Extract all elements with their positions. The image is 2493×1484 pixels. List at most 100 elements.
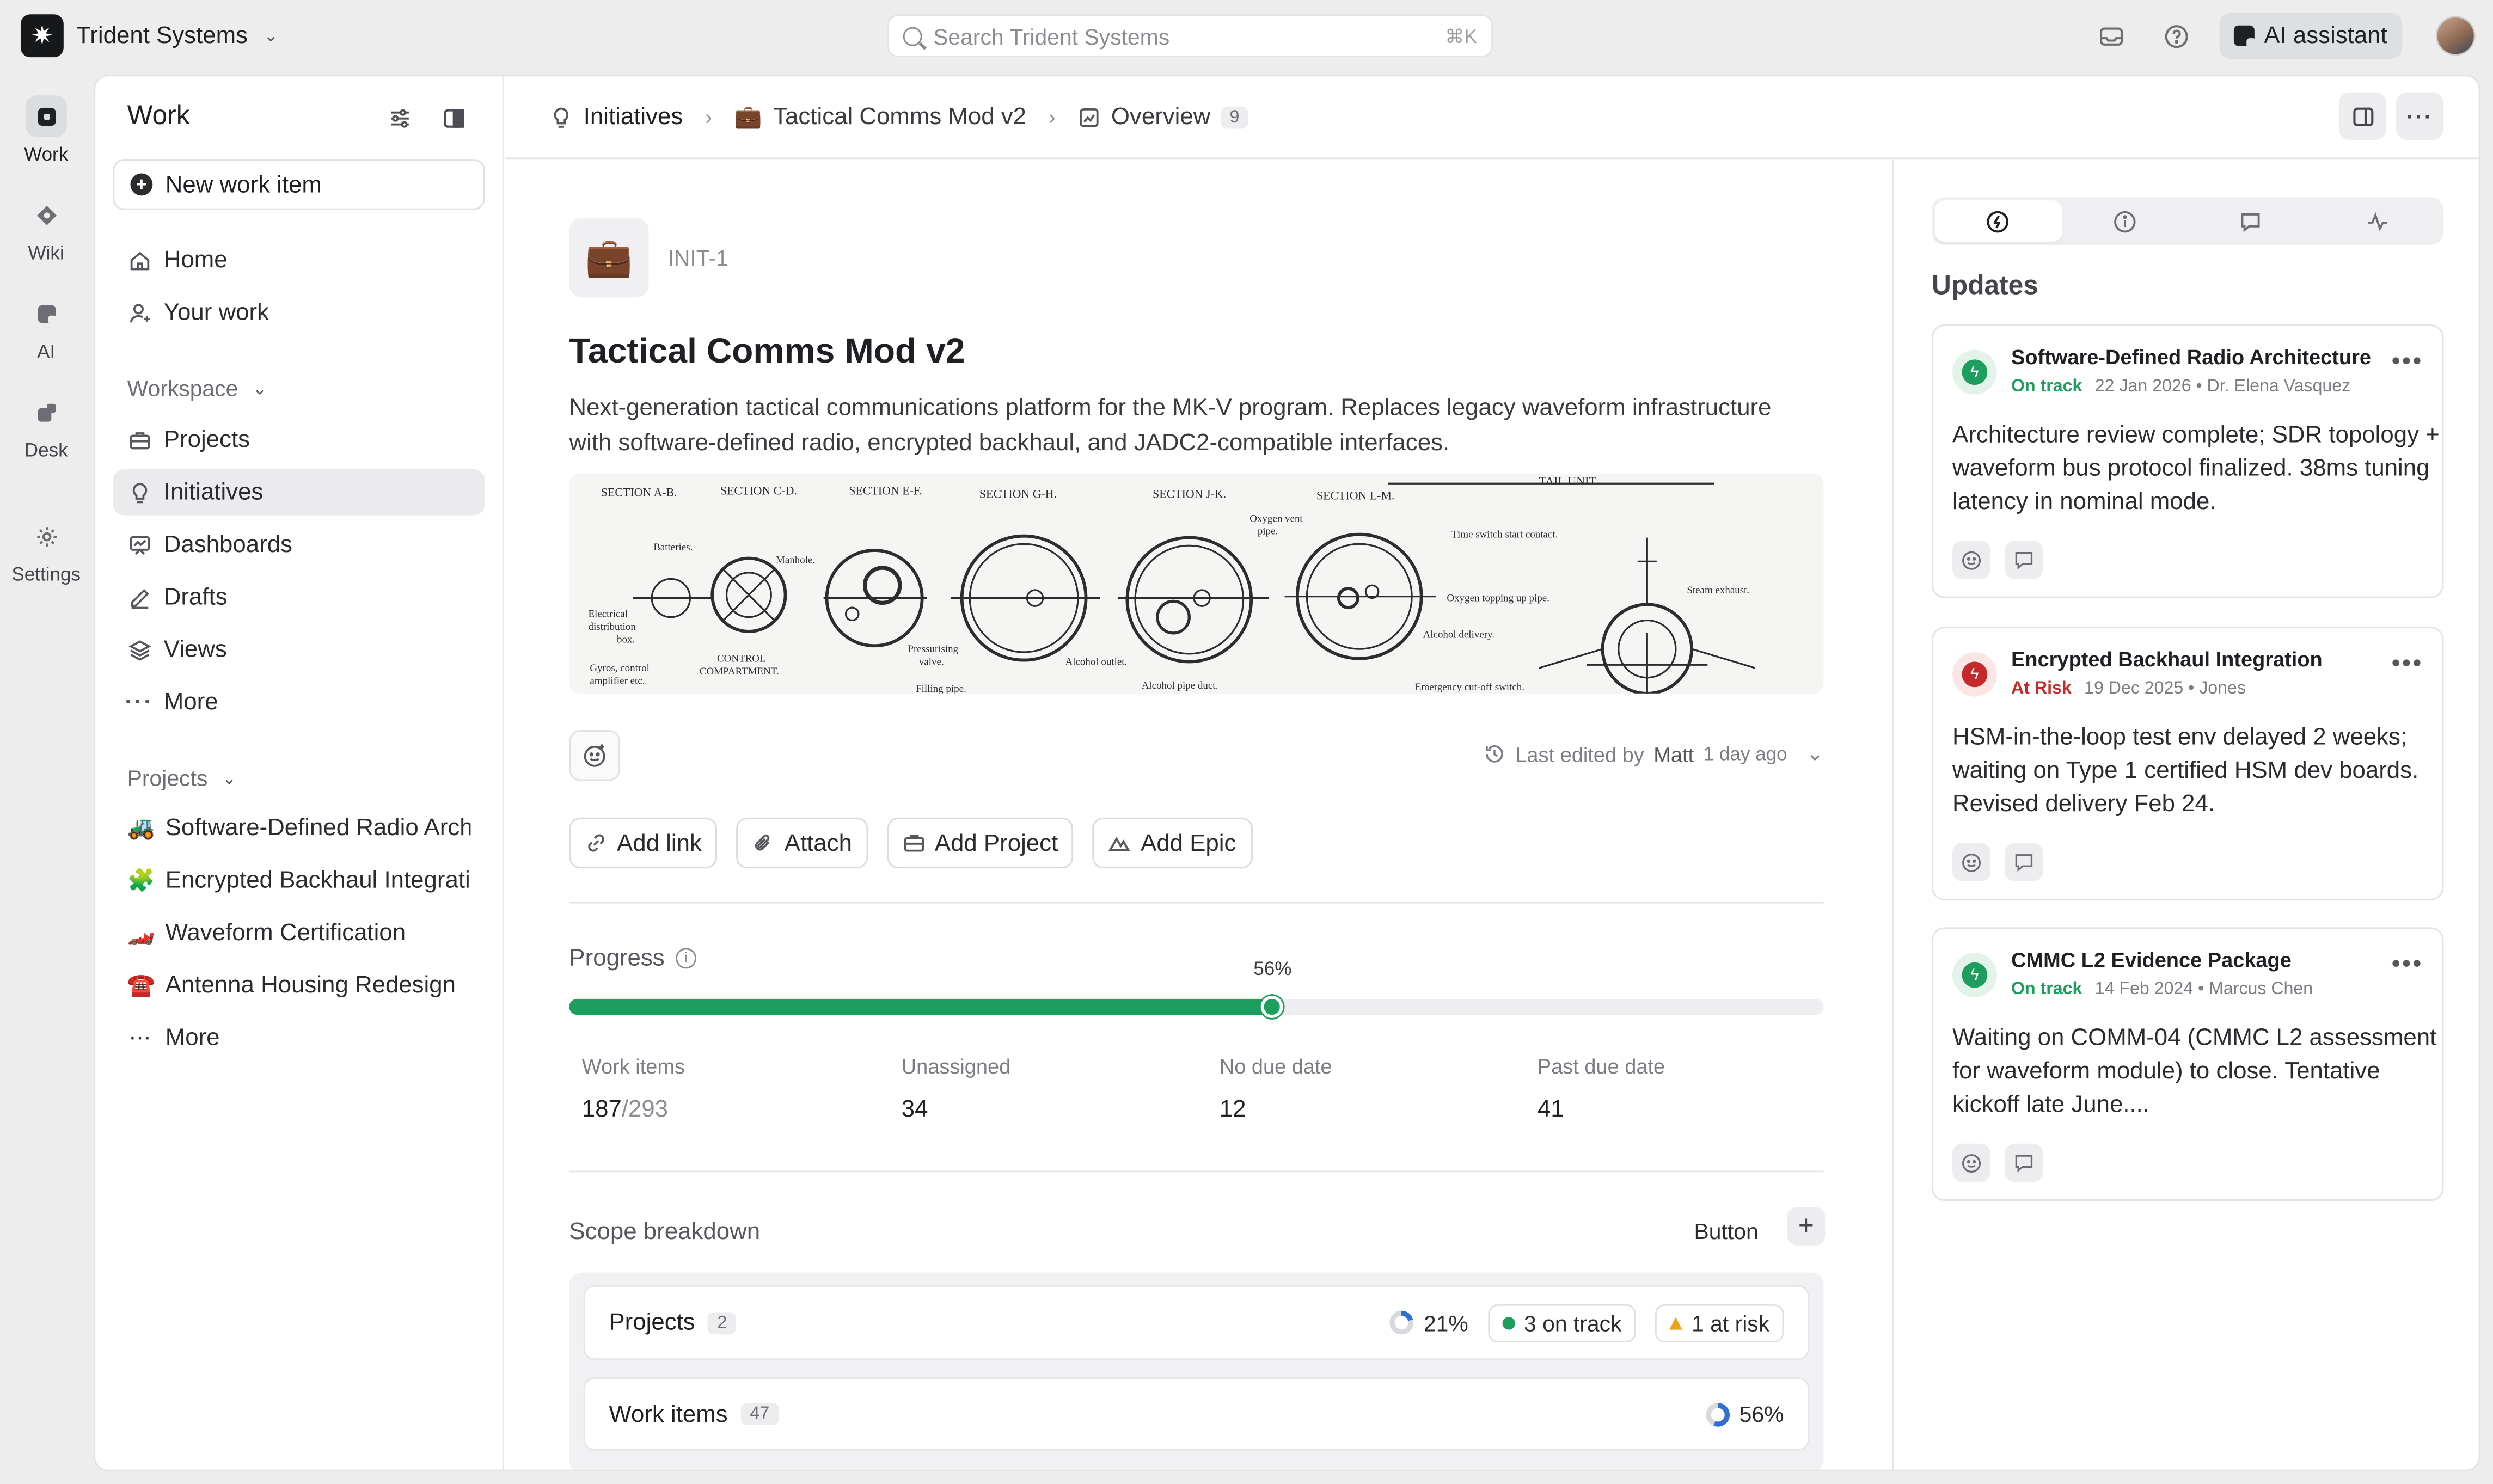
sidebar-item-your-work[interactable]: Your work (113, 290, 485, 336)
sidebar-project-antenna[interactable]: ☎️ Antenna Housing Redesign (113, 962, 485, 1009)
attach-button[interactable]: Attach (737, 817, 868, 869)
scope-button[interactable]: Button (1694, 1218, 1759, 1244)
search-bar[interactable]: ⌘K (887, 14, 1493, 58)
update-date: 22 Jan 2026 (2094, 377, 2191, 396)
smiley-icon (584, 744, 605, 767)
details-tabs (1932, 197, 2444, 245)
at-risk-label: 1 at risk (1692, 1310, 1770, 1335)
update-card-actions (1952, 843, 2043, 881)
briefcase-icon (127, 428, 151, 452)
reply-button[interactable] (2005, 843, 2043, 881)
content-area: Initiatives › 💼 Tactical Comms Mod v2 › … (505, 76, 2479, 1470)
update-author: • Marcus Chen (2197, 979, 2313, 999)
breadcrumb-initiative[interactable]: 💼 Tactical Comms Mod v2 (734, 103, 1026, 131)
search-input[interactable] (933, 23, 1445, 49)
overview-icon (1078, 106, 1100, 128)
help-icon[interactable] (2161, 21, 2192, 52)
update-card[interactable]: ϟ CMMC L2 Evidence Package On track 14 F… (1932, 927, 2444, 1201)
sidebar-project-backhaul[interactable]: 🧩 Encrypted Backhaul Integration (113, 857, 485, 904)
updates-title: Updates (1932, 270, 2038, 301)
add-reaction-button[interactable] (1952, 843, 1991, 881)
tab-info[interactable] (2061, 200, 2188, 242)
inbox-icon[interactable] (2096, 21, 2127, 52)
initiative-description[interactable]: Next-generation tactical communications … (569, 391, 1777, 462)
add-link-button[interactable]: Add link (569, 817, 718, 869)
more-options-button[interactable]: ··· (2396, 92, 2444, 140)
last-edited[interactable]: Last edited by Matt 1 day ago ⌄ (1484, 741, 1823, 767)
breadcrumb-initiatives[interactable]: Initiatives (550, 103, 683, 131)
tab-activity[interactable] (2314, 200, 2440, 242)
rail-item-desk[interactable]: Desk (0, 391, 92, 461)
update-status: On track (2011, 377, 2082, 396)
annotation-gyros-1: Gyros, control (590, 663, 650, 674)
desk-icon (26, 391, 67, 433)
reply-button[interactable] (2005, 1143, 2043, 1182)
sidebar-item-dashboards[interactable]: Dashboards (113, 522, 485, 568)
section-a-b-label: SECTION A-B. (601, 486, 677, 499)
add-reaction-button[interactable] (1952, 541, 1991, 579)
sidebar-item-more[interactable]: ··· More (113, 679, 485, 726)
breadcrumb-overview[interactable]: Overview 9 (1078, 103, 1247, 131)
at-risk-chip[interactable]: 1 at risk (1655, 1303, 1784, 1342)
initiative-emoji-icon[interactable]: 💼 (569, 218, 649, 298)
filter-settings-icon[interactable] (383, 102, 415, 133)
warning-triangle-icon (1669, 1316, 1682, 1329)
sidebar-item-views[interactable]: Views (113, 627, 485, 673)
update-card-title: Software-Defined Radio Architecture (2011, 345, 2372, 369)
sidebar-toggle-icon[interactable] (437, 102, 469, 133)
add-epic-button[interactable]: Add Epic (1093, 817, 1252, 869)
workspace-section-toggle[interactable]: Workspace ⌄ (127, 376, 267, 401)
toggle-details-button[interactable] (2338, 92, 2387, 140)
add-reaction-button[interactable] (1952, 1143, 1991, 1182)
initiative-id: INIT-1 (667, 244, 728, 271)
user-avatar[interactable] (2435, 16, 2476, 56)
progress-bar-fill (569, 998, 1272, 1015)
tab-updates[interactable] (1934, 200, 2062, 242)
progress-ring-icon (1390, 1310, 1414, 1335)
new-work-item-label: New work item (165, 171, 322, 198)
sidebar-item-drafts[interactable]: Drafts (113, 574, 485, 621)
update-card[interactable]: ϟ Encrypted Backhaul Integration At Risk… (1932, 627, 2444, 900)
ai-assistant-button[interactable]: AI assistant (2219, 13, 2402, 59)
rail-item-wiki[interactable]: Wiki (0, 194, 92, 264)
annotation-emergency: Emergency cut-off switch. (1415, 682, 1524, 693)
on-track-label: 3 on track (1524, 1310, 1622, 1335)
sidebar-item-initiatives[interactable]: Initiatives (113, 469, 485, 516)
user-icon (127, 301, 151, 324)
add-reaction-button[interactable] (569, 730, 620, 781)
update-card[interactable]: ϟ Software-Defined Radio Architecture On… (1932, 324, 2444, 598)
add-project-button[interactable]: Add Project (887, 817, 1074, 869)
sidebar-item-projects[interactable]: Projects (113, 417, 485, 463)
card-menu-icon[interactable]: ••• (2392, 651, 2423, 677)
stat-no-due-date: No due date 12 (1220, 1054, 1332, 1123)
add-scope-button[interactable]: + (1787, 1207, 1826, 1246)
scope-row-projects[interactable]: Projects 2 21% 3 on track 1 at risk (583, 1285, 1810, 1360)
sidebar-projects-more[interactable]: ⋯ More (113, 1015, 485, 1061)
new-work-item-button[interactable]: + New work item (113, 159, 485, 210)
smiley-icon (1962, 853, 1981, 872)
card-menu-icon[interactable]: ••• (2392, 349, 2423, 375)
update-card-title: Encrypted Backhaul Integration (2011, 647, 2323, 671)
tractor-icon: 🚜 (127, 814, 155, 840)
org-switcher[interactable]: ✷ Trident Systems ⌄ (20, 14, 278, 58)
reply-button[interactable] (2005, 541, 2043, 579)
card-menu-icon[interactable]: ••• (2392, 952, 2423, 978)
scope-row-work-items[interactable]: Work items 47 56% (583, 1377, 1810, 1451)
info-icon[interactable]: i (676, 948, 697, 969)
rail-item-ai[interactable]: AI (0, 293, 92, 363)
on-track-chip[interactable]: 3 on track (1487, 1303, 1636, 1342)
sidebar-item-label: Dashboards (163, 531, 292, 559)
annotation-control-2: COMPARTMENT. (700, 666, 779, 677)
projects-section-toggle[interactable]: Projects ⌄ (127, 765, 237, 790)
sidebar-project-sdr[interactable]: 🚜 Software-Defined Radio Architecture (113, 805, 485, 851)
update-author: • Dr. Elena Vasquez (2196, 377, 2351, 396)
status-on-track-icon: ϟ (1952, 953, 1997, 997)
initiative-title[interactable]: Tactical Comms Mod v2 (569, 331, 965, 372)
sidebar-project-waveform[interactable]: 🏎️ Waveform Certification (113, 910, 485, 956)
rail-item-settings[interactable]: Settings (0, 516, 92, 585)
tab-comments[interactable] (2188, 200, 2314, 242)
last-edited-when: 1 day ago (1703, 743, 1787, 765)
sidebar-item-home[interactable]: Home (113, 237, 485, 283)
rail-item-work[interactable]: Work (0, 95, 92, 165)
bulb-icon (127, 480, 151, 504)
